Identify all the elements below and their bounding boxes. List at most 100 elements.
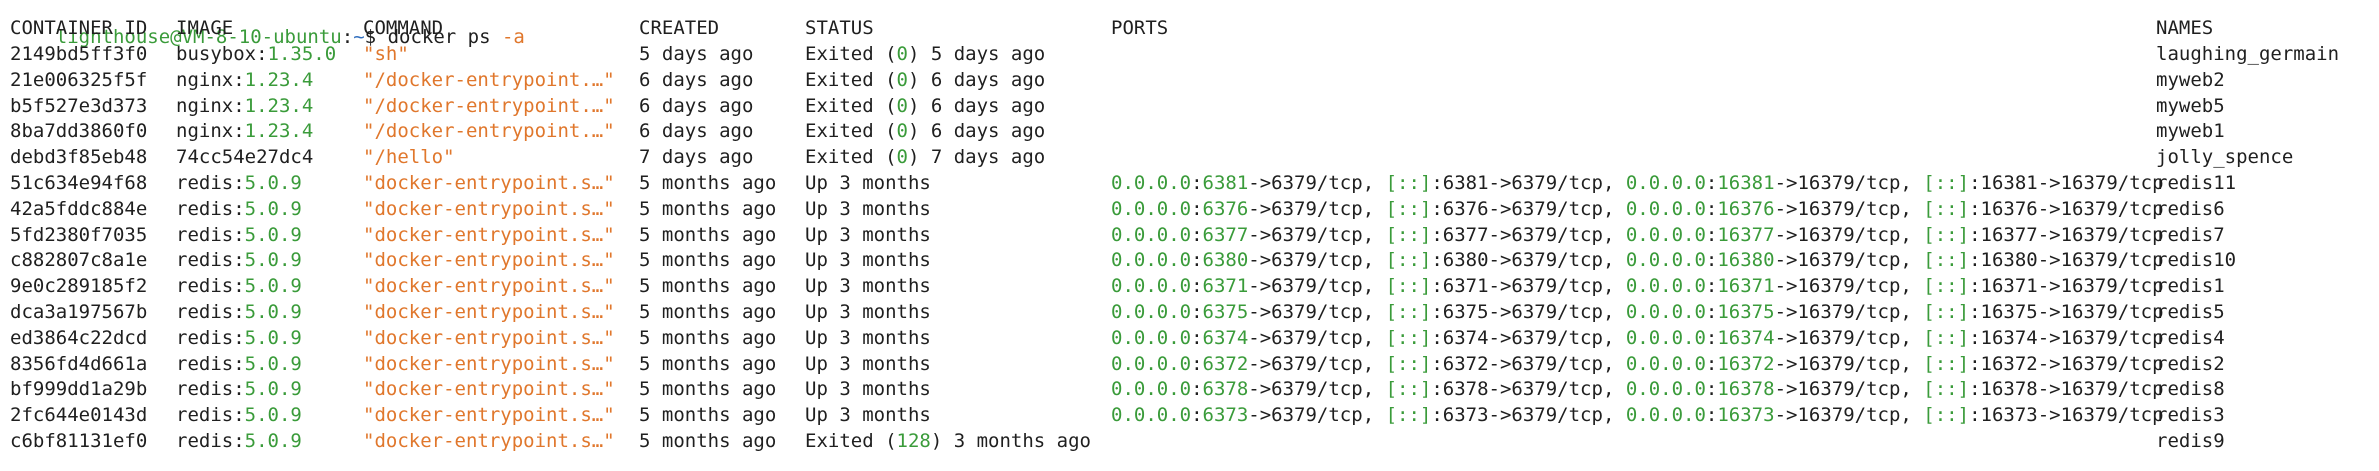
port-ipv4: 0.0.0.0: [1625, 223, 1706, 246]
status-cell: Up 3 months: [805, 376, 931, 402]
image-name: nginx:: [176, 120, 245, 143]
image-tag: 5.0.9: [244, 249, 302, 272]
command-cell: "docker-entrypoint.s…": [363, 326, 615, 349]
port-ipv4: 0.0.0.0: [1111, 326, 1192, 349]
header-row: CONTAINER ID IMAGE COMMAND CREATED STATU…: [10, 15, 2213, 41]
status-cell: Exited (0) 6 days ago: [805, 93, 1045, 119]
command-cell: "/hello": [363, 146, 455, 169]
created-cell: 5 months ago: [639, 352, 777, 375]
status-cell: Up 3 months: [805, 247, 931, 273]
header-container-id: CONTAINER ID: [10, 17, 148, 39]
port-ipv6: [::]: [1923, 326, 1970, 349]
ports-cell: 0.0.0.0:6378->6379/tcp, [::]:6378->6379/…: [1111, 378, 2164, 401]
port-ipv4: 0.0.0.0: [1111, 275, 1192, 298]
host-port: 6374: [1202, 326, 1249, 349]
image-tag: 5.0.9: [244, 172, 302, 194]
header-ports: PORTS: [1111, 17, 1169, 39]
container-id-cell: b5f527e3d373: [10, 94, 148, 117]
status-cell: Up 3 months: [805, 325, 931, 351]
header-status: STATUS: [805, 17, 874, 39]
port-ipv6: [::]: [1385, 223, 1432, 246]
container-name-cell: redis1: [2156, 275, 2225, 298]
port-ipv6: [::]: [1385, 172, 1432, 194]
host-bus-port: 16377: [1717, 223, 1775, 246]
image-name: redis:: [176, 172, 245, 194]
image-tag: 5.0.9: [244, 404, 302, 427]
port-ipv6: [::]: [1385, 275, 1432, 298]
created-cell: 6 days ago: [639, 94, 754, 117]
status-cell: Up 3 months: [805, 273, 931, 299]
container-id-cell: c6bf81131ef0: [10, 430, 148, 452]
created-cell: 5 months ago: [639, 223, 777, 246]
port-ipv4: 0.0.0.0: [1111, 378, 1192, 401]
command-cell: "sh": [363, 43, 409, 65]
port-ipv6: [::]: [1923, 249, 1970, 272]
status-cell: Exited (0) 5 days ago: [805, 41, 1045, 67]
exit-code: 0: [896, 94, 908, 117]
port-ipv4: 0.0.0.0: [1111, 197, 1192, 220]
container-id-cell: 2149bd5ff3f0: [10, 43, 148, 65]
image-tag: 1.23.4: [244, 68, 314, 91]
image-tag: 1.35.0: [267, 43, 337, 65]
status-cell: Up 3 months: [805, 222, 931, 248]
image-cell: redis:5.0.9: [176, 170, 302, 196]
command-cell: "docker-entrypoint.s…": [363, 249, 615, 272]
host-bus-port: 16378: [1717, 378, 1775, 401]
container-id-cell: 51c634e94f68: [10, 172, 148, 194]
port-ipv4: 0.0.0.0: [1625, 249, 1706, 272]
host-port: 6376: [1202, 197, 1249, 220]
created-cell: 6 days ago: [639, 68, 754, 91]
container-id-cell: 21e006325f5f: [10, 68, 148, 91]
port-ipv6: [::]: [1923, 301, 1970, 323]
status-cell: Exited (128) 3 months ago: [805, 428, 1091, 454]
exit-code: 0: [896, 43, 908, 65]
terminal-window[interactable]: lighthouse@VM-8-10-ubuntu:~$ docker ps -…: [0, 0, 2379, 471]
image-name: nginx:: [176, 68, 245, 91]
command-flag: -a: [501, 26, 525, 48]
created-cell: 6 days ago: [639, 120, 754, 143]
status-text: Up 3 months: [805, 404, 931, 427]
port-ipv6: [::]: [1923, 223, 1970, 246]
port-ipv4: 0.0.0.0: [1625, 352, 1706, 375]
container-id-cell: 5fd2380f7035: [10, 223, 148, 246]
header-created: CREATED: [639, 17, 720, 39]
image-tag: 5.0.9: [244, 430, 302, 452]
host-port: 6381: [1202, 172, 1249, 194]
status-text: Exited (: [805, 120, 897, 143]
image-name: redis:: [176, 197, 245, 220]
host-bus-port: 16373: [1717, 404, 1775, 427]
command-cell: "/docker-entrypoint.…": [363, 120, 615, 143]
port-ipv6: [::]: [1385, 404, 1432, 427]
command-cell: "docker-entrypoint.s…": [363, 378, 615, 401]
status-cell: Exited (0) 7 days ago: [805, 144, 1045, 170]
ports-cell: 0.0.0.0:6381->6379/tcp, [::]:6381->6379/…: [1111, 172, 2164, 194]
created-cell: 5 months ago: [639, 404, 777, 427]
port-ipv4: 0.0.0.0: [1111, 301, 1192, 323]
created-cell: 5 months ago: [639, 249, 777, 272]
port-ipv4: 0.0.0.0: [1625, 197, 1706, 220]
status-text: Up 3 months: [805, 249, 931, 272]
created-cell: 5 months ago: [639, 172, 777, 194]
exit-code: 0: [896, 68, 908, 91]
port-ipv4: 0.0.0.0: [1625, 326, 1706, 349]
host-bus-port: 16372: [1717, 352, 1775, 375]
ports-cell: 0.0.0.0:6373->6379/tcp, [::]:6373->6379/…: [1111, 404, 2164, 427]
image-tag: 1.23.4: [244, 120, 314, 143]
status-cell: Up 3 months: [805, 402, 931, 428]
command-cell: "docker-entrypoint.s…": [363, 275, 615, 298]
image-tag: 5.0.9: [244, 326, 302, 349]
container-name-cell: jolly_spence: [2156, 146, 2294, 169]
status-cell: Up 3 months: [805, 196, 931, 222]
port-ipv4: 0.0.0.0: [1625, 301, 1706, 323]
status-text: Up 3 months: [805, 197, 931, 220]
host-bus-port: 16381: [1717, 172, 1775, 194]
image-tag: 5.0.9: [244, 197, 302, 220]
host-port: 6371: [1202, 275, 1249, 298]
host-port: 6373: [1202, 404, 1249, 427]
host-port: 6372: [1202, 352, 1249, 375]
image-name: redis:: [176, 223, 245, 246]
image-tag: 1.23.4: [244, 94, 314, 117]
port-ipv6: [::]: [1923, 404, 1970, 427]
container-id-cell: bf999dd1a29b: [10, 378, 148, 401]
created-cell: 5 months ago: [639, 301, 777, 323]
